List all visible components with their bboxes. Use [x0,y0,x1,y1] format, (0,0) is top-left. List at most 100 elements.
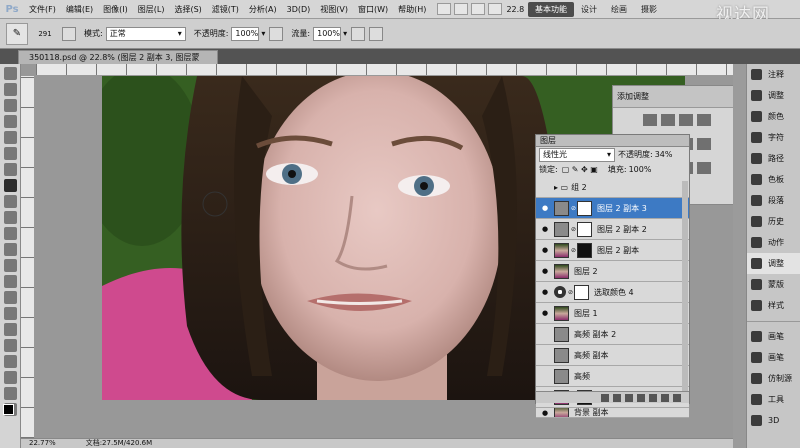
marquee-tool-icon[interactable] [4,83,17,96]
hand-tool-icon[interactable] [471,3,486,15]
shape-tool-icon[interactable] [4,339,17,352]
eye-icon[interactable]: ● [539,244,551,256]
layer-mask-thumbnail[interactable] [577,242,592,258]
levels-icon[interactable] [661,114,675,126]
gradient-tool-icon[interactable] [4,243,17,256]
pen-tool-icon[interactable] [4,291,17,304]
menu-image[interactable]: 图像(I) [98,0,133,19]
layer-row[interactable]: ● 图层 1 [536,303,689,324]
dock-collapse-strip[interactable] [733,64,746,448]
fill-value[interactable]: 100% [629,165,652,174]
dock-styles[interactable]: 样式 [747,295,800,316]
layer-row[interactable]: ● ⊘ 图层 2 副本 3 [536,198,689,219]
lasso-tool-icon[interactable] [4,99,17,112]
crop-tool-icon[interactable] [4,131,17,144]
dock-adjustments[interactable]: 调整 [747,253,800,274]
visibility-toggle[interactable] [539,328,551,340]
flow-input[interactable]: 100% [313,26,342,41]
layer-mask-thumbnail[interactable] [577,200,592,216]
path-select-tool-icon[interactable] [4,323,17,336]
type-tool-icon[interactable] [4,307,17,320]
3d-rotate-tool-icon[interactable] [4,355,17,368]
dock-notes[interactable]: 注释 [747,64,800,85]
layer-mask-thumbnail[interactable] [574,284,589,300]
chevron-down-icon[interactable]: ▾ [261,29,265,38]
menu-window[interactable]: 窗口(W) [353,0,393,19]
dock-brush-presets[interactable]: 画笔 [747,347,800,368]
quick-select-tool-icon[interactable] [4,115,17,128]
pressure-opacity-icon[interactable] [269,26,284,41]
eyedropper-tool-icon[interactable] [4,147,17,160]
menu-help[interactable]: 帮助(H) [393,0,431,19]
layer-row[interactable]: ● 图层 2 [536,261,689,282]
adjustment-layer-icon[interactable] [637,393,645,402]
bridge-icon[interactable] [437,3,452,15]
airbrush-icon[interactable] [351,26,366,41]
layers-panel-title[interactable]: 图层 [536,135,689,147]
layer-row[interactable]: 高频 [536,366,689,387]
document-tab[interactable]: 350118.psd @ 22.8% (图层 2 副本 3, 图层蒙版/8) *… [18,50,218,75]
eye-icon[interactable]: ● [539,408,551,417]
dock-paragraph[interactable]: 段落 [747,190,800,211]
menu-select[interactable]: 选择(S) [169,0,206,19]
brush-panel-toggle-icon[interactable] [62,26,76,41]
dock-tool-presets[interactable]: 工具 [747,389,800,410]
menu-analysis[interactable]: 分析(A) [244,0,282,19]
eraser-tool-icon[interactable] [4,227,17,240]
gradient-map-icon[interactable] [697,162,711,174]
folder-icon[interactable]: ▸ ▭ [554,183,568,192]
layer-row[interactable]: 高频 副本 [536,345,689,366]
blend-mode-select[interactable]: 线性光 ▾ [539,147,615,162]
brush-tool-icon[interactable] [4,179,17,192]
foreground-color-swatch[interactable] [3,404,14,415]
layer-row[interactable]: ● 背景 副本 [536,408,689,418]
dock-paths[interactable]: 路径 [747,148,800,169]
eye-icon[interactable]: ● [539,202,551,214]
blur-tool-icon[interactable] [4,259,17,272]
layers-scrollbar[interactable] [682,181,688,391]
workspace-essentials[interactable]: 基本功能 [528,2,574,17]
dock-history[interactable]: 历史 [747,211,800,232]
dock-color[interactable]: 颜色 [747,106,800,127]
black-white-icon[interactable] [697,138,711,150]
menu-filter[interactable]: 滤镜(T) [207,0,244,19]
zoom-tool-icon[interactable] [488,3,503,15]
dock-character[interactable]: 字符 [747,127,800,148]
ruler-horizontal[interactable] [36,64,733,76]
hand-tool-icon[interactable] [4,387,17,400]
zoom-level[interactable]: 22.8 [506,5,524,14]
layer-opacity-value[interactable]: 34% [655,150,673,159]
chevron-down-icon[interactable]: ▾ [343,29,347,38]
dock-3d[interactable]: 3D [747,410,800,431]
menu-3d[interactable]: 3D(D) [282,0,316,19]
brush-size[interactable]: 291 [32,30,58,38]
new-layer-icon[interactable] [661,393,669,402]
dock-clone-source[interactable]: 仿制源 [747,368,800,389]
dock-masks[interactable]: 蒙版 [747,274,800,295]
visibility-toggle[interactable] [539,349,551,361]
menu-edit[interactable]: 编辑(E) [61,0,98,19]
curves-icon[interactable] [679,114,693,126]
ruler-vertical[interactable] [21,76,35,438]
healing-brush-tool-icon[interactable] [4,163,17,176]
layer-row[interactable]: ▸ ▭ 组 2 [536,177,689,198]
workspace-design[interactable]: 设计 [574,2,604,17]
exposure-icon[interactable] [697,114,711,126]
move-tool-icon[interactable] [4,67,17,80]
layer-row[interactable]: ● ⊘ 选取颜色 4 [536,282,689,303]
brightness-icon[interactable] [643,114,657,126]
dodge-tool-icon[interactable] [4,275,17,288]
eye-icon[interactable]: ● [539,286,551,298]
eye-icon[interactable]: ● [539,265,551,277]
lock-icons[interactable]: ▢ ✎ ✥ ▣ [562,165,598,174]
dock-swatches[interactable]: 色板 [747,169,800,190]
layer-row[interactable]: ● ⊘ 图层 2 副本 2 [536,219,689,240]
pressure-size-icon[interactable] [369,26,384,41]
fx-icon[interactable] [613,393,621,402]
dock-brush[interactable]: 画笔 [747,326,800,347]
minibridge-icon[interactable] [454,3,469,15]
workspace-photography[interactable]: 摄影 [634,2,664,17]
add-mask-icon[interactable] [625,393,633,402]
layer-row[interactable]: ● ⊘ 图层 2 副本 [536,240,689,261]
clone-stamp-tool-icon[interactable] [4,195,17,208]
